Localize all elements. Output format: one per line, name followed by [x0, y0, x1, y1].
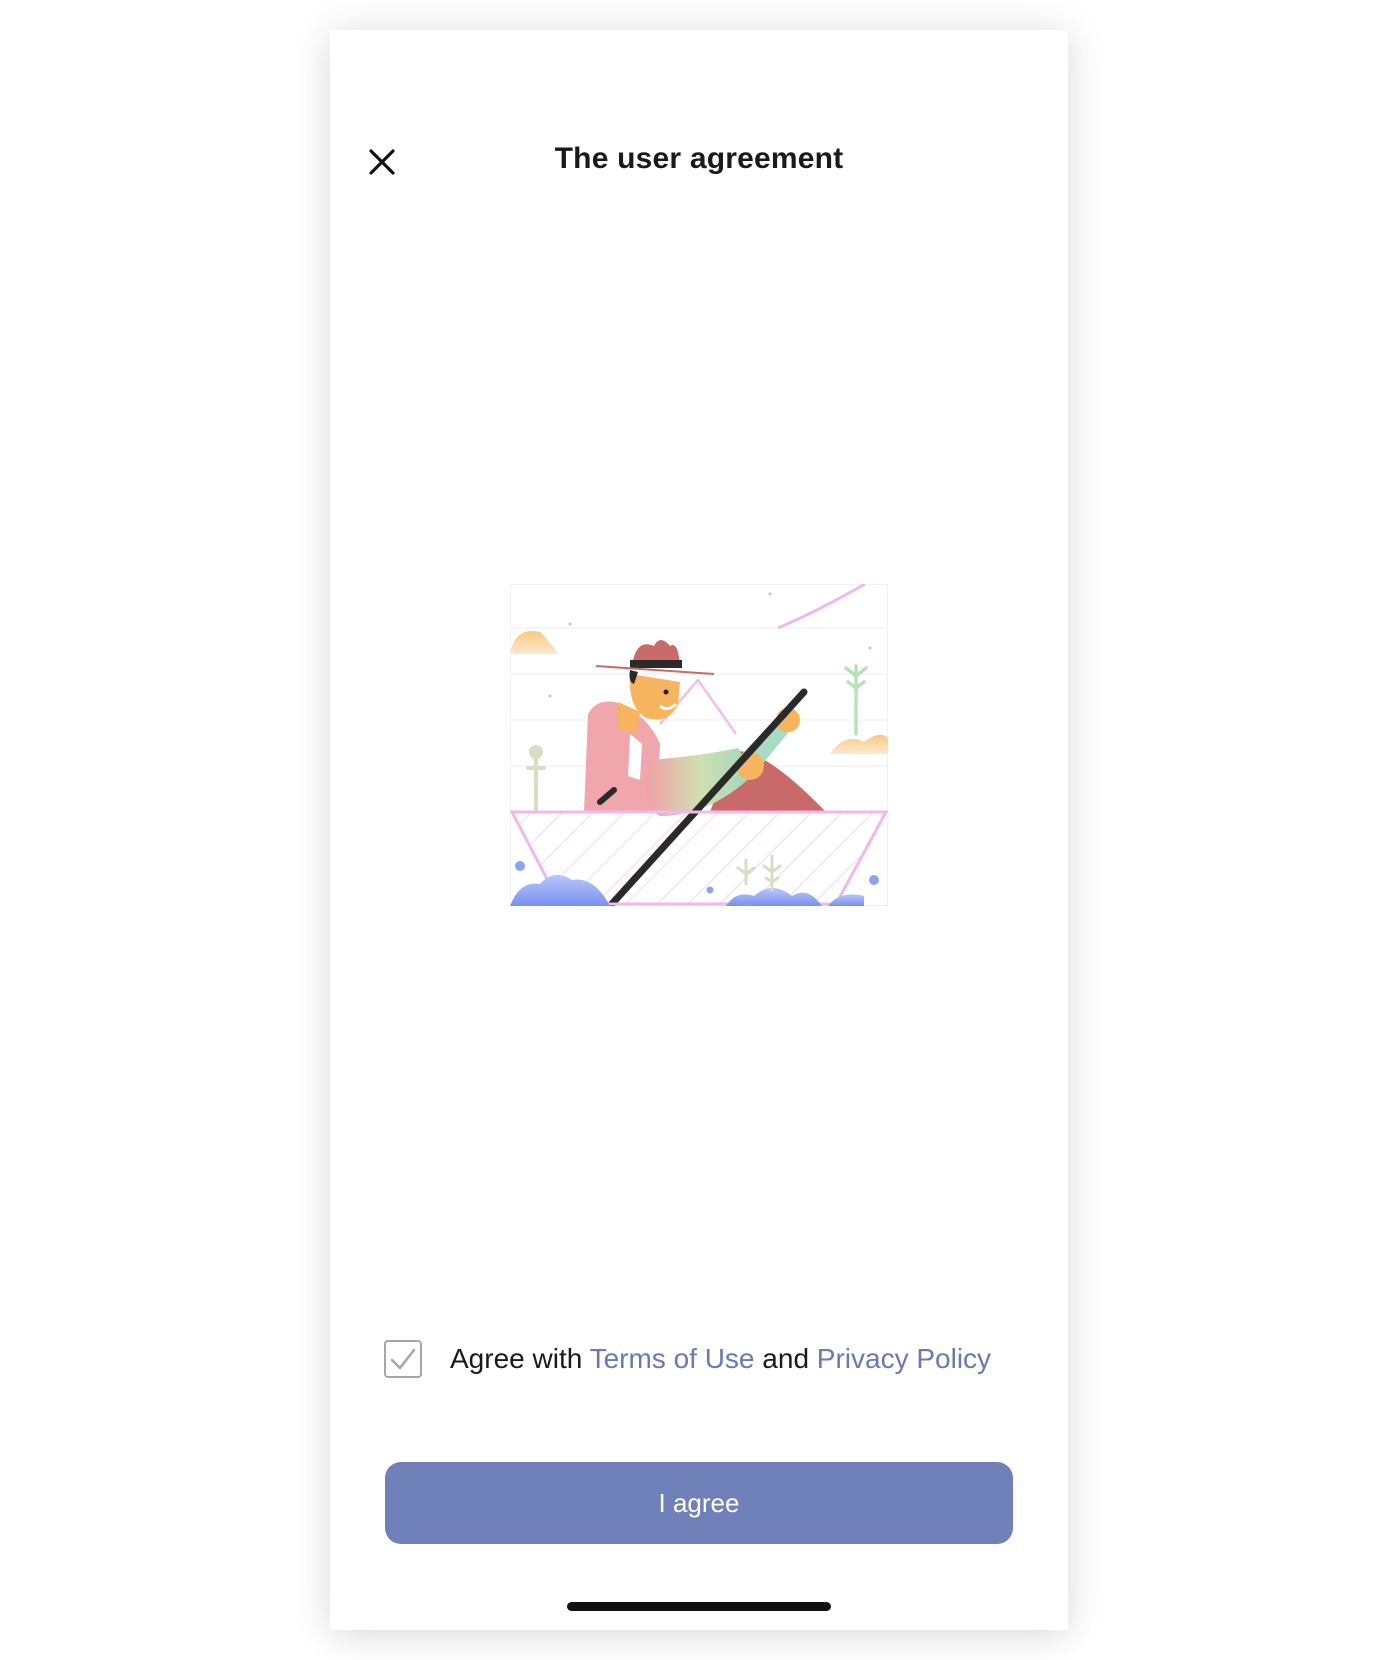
agreement-conjunction: and — [762, 1343, 810, 1374]
agreement-text: Agree with Terms of Use and Privacy Poli… — [450, 1343, 991, 1375]
agree-checkbox[interactable] — [384, 1340, 422, 1378]
agreement-row: Agree with Terms of Use and Privacy Poli… — [384, 1338, 991, 1380]
page-title: The user agreement — [554, 142, 844, 175]
home-indicator — [567, 1602, 831, 1611]
checkmark-icon — [390, 1348, 416, 1370]
person-rowing-boat-illustration — [510, 584, 888, 906]
privacy-policy-link[interactable]: Privacy Policy — [817, 1343, 991, 1374]
agreement-prefix: Agree with — [450, 1343, 583, 1374]
terms-of-use-link[interactable]: Terms of Use — [590, 1343, 755, 1374]
i-agree-button[interactable]: I agree — [385, 1462, 1013, 1544]
agreement-screen: The user agreement Agree with Terms of U… — [330, 30, 1068, 1630]
